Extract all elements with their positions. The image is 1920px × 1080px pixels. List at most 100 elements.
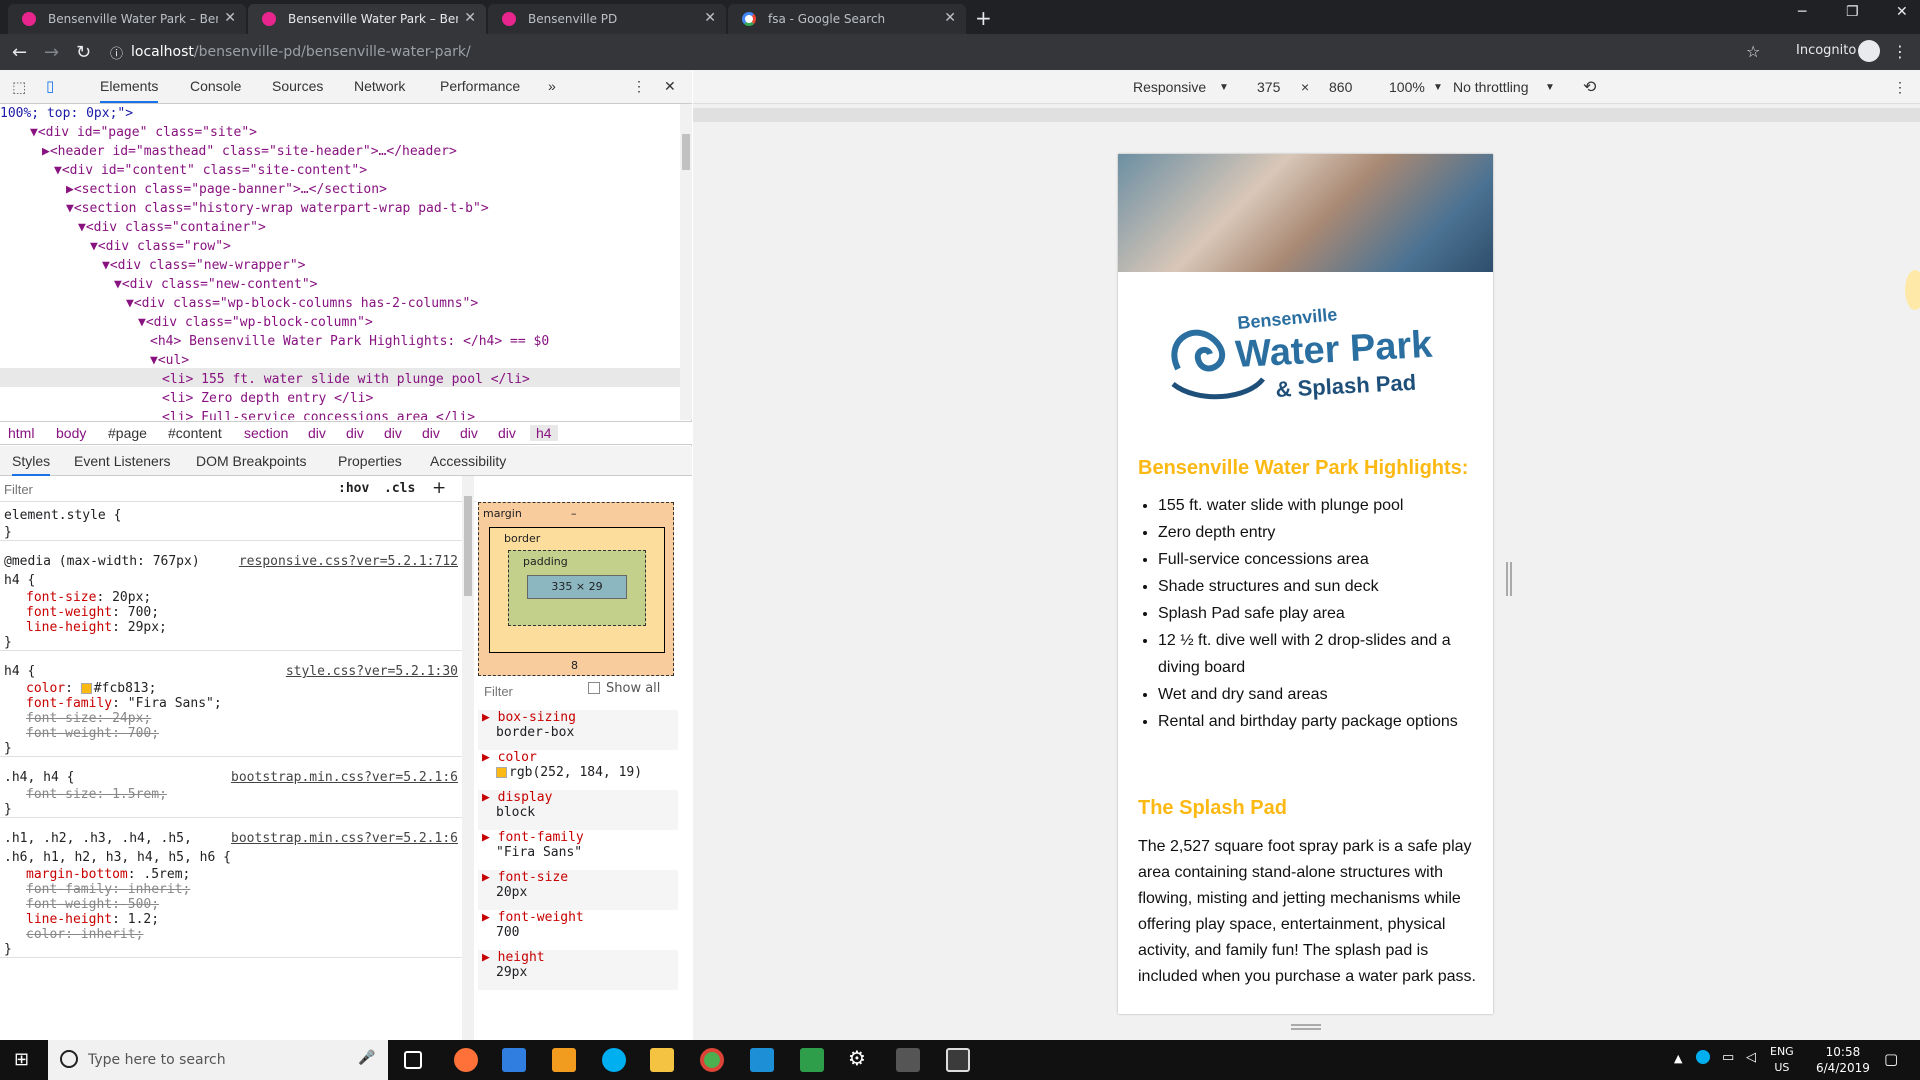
computed-property[interactable]: ▶ display block	[478, 790, 678, 830]
breadcrumb-item[interactable]: section	[244, 425, 288, 441]
zoom-dropdown[interactable]: 100%	[1389, 79, 1425, 95]
minimize-icon[interactable]: ─	[1798, 4, 1806, 20]
more-tabs-chevron-icon[interactable]: »	[548, 78, 556, 94]
reload-icon[interactable]: ↻	[76, 42, 91, 63]
breadcrumb-item[interactable]: div	[422, 425, 440, 441]
dom-node[interactable]: ▼<div class="row">	[90, 237, 231, 256]
color-swatch-icon[interactable]	[80, 683, 92, 694]
tab-elements[interactable]: Elements	[100, 78, 159, 103]
close-window-icon[interactable]: ✕	[1896, 4, 1908, 20]
calculator-icon[interactable]	[896, 1048, 920, 1072]
css-declaration[interactable]: margin-bottom: .5rem;	[0, 867, 462, 882]
computed-property[interactable]: ▶ font-family "Fira Sans"	[478, 830, 678, 870]
css-declaration[interactable]: font-family: "Fira Sans";	[0, 696, 462, 711]
dom-node[interactable]: ▼<div class="new-wrapper">	[102, 256, 306, 275]
sublime-text-icon[interactable]	[552, 1048, 576, 1072]
tab-close-icon[interactable]: ✕	[704, 10, 716, 26]
tab-console[interactable]: Console	[190, 78, 241, 94]
css-declaration[interactable]: font-size: 20px;	[0, 590, 462, 605]
network-icon[interactable]: ▭	[1722, 1050, 1734, 1065]
styles-filter-input[interactable]	[4, 480, 324, 498]
css-declaration[interactable]: font-weight: 500;	[0, 897, 462, 912]
browser-tab[interactable]: Bensenville PD ✕	[488, 4, 726, 34]
dom-node[interactable]: <li> Zero depth entry </li>	[162, 389, 373, 408]
dom-node[interactable]: 100%; top: 0px;">	[0, 104, 133, 123]
device-toolbar-icon[interactable]: ▯	[46, 77, 54, 95]
viewport-resize-handle-right[interactable]	[1506, 562, 1512, 596]
hov-toggle[interactable]: :hov	[338, 479, 369, 498]
computed-filter-input[interactable]	[484, 682, 574, 700]
microphone-icon[interactable]: 🎤	[358, 1050, 375, 1066]
viewport-resize-handle-bottom[interactable]	[1291, 1024, 1321, 1030]
new-tab-plus-icon[interactable]: +	[975, 6, 992, 30]
tab-close-icon[interactable]: ✕	[224, 10, 236, 26]
css-declaration[interactable]: font-size: 1.5rem;	[0, 787, 462, 802]
info-icon[interactable]: ⓘ	[110, 43, 123, 62]
subtab-properties[interactable]: Properties	[338, 453, 402, 469]
dom-node-selected[interactable]: <h4> Bensenville Water Park Highlights: …	[150, 332, 549, 351]
incognito-icon[interactable]	[1858, 40, 1880, 62]
viewport-height-input[interactable]: 860	[1329, 79, 1352, 95]
tab-close-icon[interactable]: ✕	[944, 10, 956, 26]
computed-property[interactable]: ▶ height 29px	[478, 950, 678, 990]
url-field[interactable]: ⓘ localhost/bensenville-pd/bensenville-w…	[110, 40, 1750, 64]
browser-tab-active[interactable]: Bensenville Water Park – Bensenville ✕	[248, 4, 486, 34]
computed-property[interactable]: ▶ font-size 20px	[478, 870, 678, 910]
photos-icon[interactable]	[946, 1048, 970, 1072]
css-declaration[interactable]: font-weight: 700;	[0, 726, 462, 741]
device-mode-dropdown[interactable]: Responsive	[1133, 79, 1206, 95]
settings-gear-icon[interactable]: ⚙	[848, 1046, 872, 1070]
breadcrumb-item[interactable]: div	[384, 425, 402, 441]
dom-node[interactable]: ▼<div id="page" class="site">	[30, 123, 257, 142]
css-selector[interactable]: element.style {	[0, 506, 462, 525]
subtab-dom-breakpoints[interactable]: DOM Breakpoints	[196, 453, 306, 469]
computed-property[interactable]: ▶ color rgb(252, 184, 19)	[478, 750, 678, 790]
notification-icon[interactable]: ▢	[1884, 1050, 1898, 1068]
breadcrumb-item-current[interactable]: h4	[530, 425, 558, 441]
dom-node[interactable]: ▼<div class="container">	[78, 218, 266, 237]
dom-node[interactable]: ▼<section class="history-wrap waterpart-…	[66, 199, 489, 218]
breadcrumb-item[interactable]: div	[308, 425, 326, 441]
cls-toggle[interactable]: .cls	[384, 479, 415, 498]
windows-start-icon[interactable]: ⊞	[14, 1049, 29, 1070]
breadcrumb-item[interactable]: div	[498, 425, 516, 441]
breadcrumb-item[interactable]: html	[8, 425, 34, 441]
css-declaration[interactable]: font-family: inherit;	[0, 882, 462, 897]
media-query-bar[interactable]	[693, 108, 1920, 122]
rotate-icon[interactable]: ⟲	[1583, 77, 1596, 97]
tab-close-icon[interactable]: ✕	[464, 10, 476, 26]
breadcrumb-item[interactable]: #page	[108, 425, 147, 441]
skype-icon[interactable]	[602, 1048, 626, 1072]
restore-icon[interactable]: ❐	[1846, 4, 1859, 20]
menu-kebab-icon[interactable]: ⋮	[1892, 42, 1908, 61]
computed-property[interactable]: ▶ font-weight 700	[478, 910, 678, 950]
inspect-element-icon[interactable]: ⬚	[12, 78, 26, 96]
breadcrumb-item[interactable]: div	[460, 425, 478, 441]
new-style-rule-plus-icon[interactable]: +	[432, 478, 446, 498]
dom-scrollbar[interactable]	[680, 104, 692, 420]
back-arrow-icon[interactable]: ←	[12, 42, 27, 63]
devtools-close-icon[interactable]: ✕	[664, 78, 676, 95]
throttling-dropdown[interactable]: No throttling	[1453, 79, 1528, 95]
computed-property[interactable]: ▶ box-sizing border-box	[478, 710, 678, 750]
tray-skype-icon[interactable]	[1696, 1050, 1710, 1064]
forward-arrow-icon[interactable]: →	[44, 42, 59, 63]
task-view-icon[interactable]	[404, 1051, 422, 1069]
file-explorer-icon[interactable]	[650, 1048, 674, 1072]
dom-node[interactable]: ▼<div class="wp-block-columns has-2-colu…	[126, 294, 478, 313]
dom-node[interactable]: ▼<div id="content" class="site-content">	[54, 161, 367, 180]
dom-node[interactable]: ▶<header id="masthead" class="site-heade…	[42, 142, 457, 161]
css-source-link[interactable]: bootstrap.min.css?ver=5.2.1:6	[231, 831, 458, 846]
browser-tab[interactable]: Bensenville Water Park – Bensenville ✕	[8, 4, 246, 34]
app-icon[interactable]	[750, 1048, 774, 1072]
css-declaration[interactable]: font-size: 24px;	[0, 711, 462, 726]
css-source-link[interactable]: bootstrap.min.css?ver=5.2.1:6	[231, 770, 458, 785]
css-source-link[interactable]: style.css?ver=5.2.1:30	[286, 664, 458, 679]
styles-scrollbar[interactable]	[462, 476, 474, 1040]
spreadsheet-icon[interactable]	[800, 1048, 824, 1072]
css-declaration[interactable]: font-weight: 700;	[0, 605, 462, 620]
language-indicator[interactable]: ENG US	[1770, 1044, 1794, 1076]
chrome-icon[interactable]	[700, 1048, 724, 1072]
firefox-icon[interactable]	[454, 1048, 478, 1072]
tab-sources[interactable]: Sources	[272, 78, 323, 94]
